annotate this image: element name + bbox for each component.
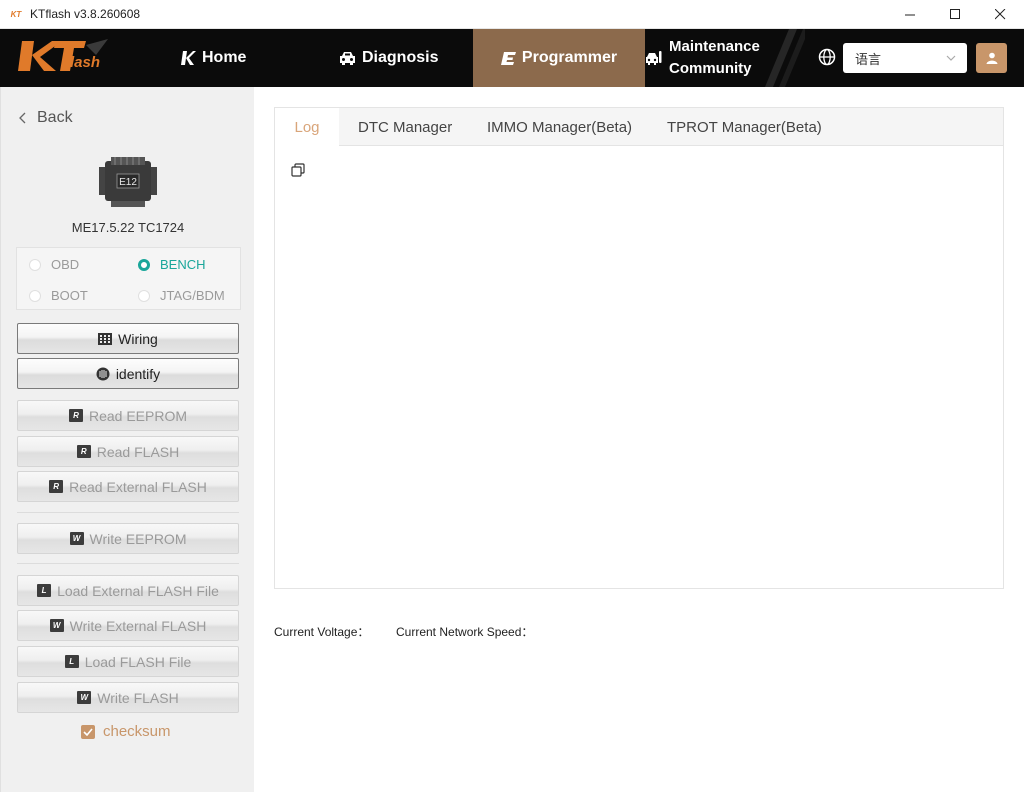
tab-immo-manager[interactable]: IMMO Manager(Beta) bbox=[487, 108, 632, 146]
write-external-flash-label: Write External FLASH bbox=[69, 617, 207, 634]
app-logo-icon: KT bbox=[10, 9, 22, 19]
mode-radio-boot[interactable]: BOOT bbox=[29, 288, 88, 303]
load-flash-file-button[interactable]: L Load FLASH File bbox=[17, 646, 239, 677]
maintenance-car-icon bbox=[645, 50, 663, 66]
mode-radio-bench[interactable]: BENCH bbox=[138, 257, 206, 272]
radio-dot bbox=[138, 258, 150, 271]
programmer-e-icon bbox=[500, 51, 516, 66]
identify-label: identify bbox=[115, 365, 161, 382]
nav-decoration bbox=[765, 29, 805, 87]
nav-home-label: Home bbox=[202, 49, 247, 66]
minimize-icon bbox=[905, 14, 915, 16]
tab-log[interactable]: Log bbox=[275, 108, 339, 147]
wiring-label: Wiring bbox=[118, 330, 158, 347]
radio-dot bbox=[29, 258, 41, 271]
window-titlebar: KT KTflash v3.8.260608 bbox=[0, 0, 1024, 29]
language-select-value: 语言 bbox=[855, 51, 882, 67]
car-icon bbox=[339, 51, 356, 66]
write-icon: W bbox=[77, 691, 92, 704]
identify-button[interactable]: identify bbox=[17, 358, 239, 389]
current-voltage-label: Current Voltage： bbox=[274, 625, 370, 639]
ecu-name: ME17.5.22 TC1724 bbox=[71, 220, 185, 235]
mode-label: JTAG/BDM bbox=[160, 288, 225, 303]
current-network-speed-label: Current Network Speed： bbox=[396, 625, 534, 639]
nav-programmer-label: Programmer bbox=[521, 49, 618, 66]
back-label: Back bbox=[37, 109, 73, 126]
write-icon: W bbox=[49, 619, 64, 632]
maximize-button[interactable] bbox=[933, 0, 978, 29]
checksum-label: checksum bbox=[103, 723, 171, 740]
copy-icon[interactable] bbox=[291, 163, 305, 182]
tab-tprot-manager[interactable]: TPROT Manager(Beta) bbox=[667, 108, 822, 146]
write-eeprom-label: Write EEPROM bbox=[89, 530, 187, 547]
write-flash-label: Write FLASH bbox=[97, 689, 179, 706]
checksum-checkbox[interactable]: checksum bbox=[81, 723, 171, 740]
maximize-icon bbox=[950, 9, 960, 19]
read-icon: R bbox=[68, 409, 83, 422]
ecu-chip-icon: E12 bbox=[99, 157, 157, 207]
load-icon: L bbox=[37, 584, 52, 597]
sidebar: Back E12 ME17.5.22 TC1724 OBD BENCH BOOT bbox=[0, 87, 254, 792]
read-eeprom-button[interactable]: R Read EEPROM bbox=[17, 400, 239, 431]
read-external-flash-button[interactable]: R Read External FLASH bbox=[17, 471, 239, 502]
divider bbox=[17, 512, 239, 513]
mode-radio-obd[interactable]: OBD bbox=[29, 257, 79, 272]
connection-mode-group: OBD BENCH BOOT JTAG/BDM bbox=[16, 247, 241, 310]
nav-maintenance-line2: Community bbox=[669, 60, 752, 77]
close-button[interactable] bbox=[978, 0, 1023, 29]
nav-home[interactable]: Home bbox=[180, 29, 246, 87]
home-k-icon bbox=[180, 50, 196, 66]
mode-radio-jtag-bdm[interactable]: JTAG/BDM bbox=[138, 288, 225, 303]
radio-dot bbox=[138, 289, 150, 302]
read-flash-label: Read FLASH bbox=[96, 443, 180, 460]
window-title: KTflash v3.8.260608 bbox=[30, 7, 141, 21]
checkbox-checked-icon bbox=[81, 724, 95, 739]
write-icon: W bbox=[69, 532, 84, 545]
user-account-button[interactable] bbox=[976, 43, 1007, 73]
read-icon: R bbox=[49, 480, 64, 493]
read-flash-button[interactable]: R Read FLASH bbox=[17, 436, 239, 467]
tab-dtc-manager[interactable]: DTC Manager bbox=[358, 108, 452, 146]
mode-label: BOOT bbox=[51, 288, 88, 303]
mode-label: BENCH bbox=[160, 257, 206, 272]
tab-bar: Log DTC Manager IMMO Manager(Beta) TPROT… bbox=[275, 108, 1003, 147]
divider bbox=[17, 563, 239, 564]
chevron-down-icon bbox=[946, 55, 956, 61]
ktflash-logo: flash bbox=[16, 37, 111, 77]
chevron-left-icon bbox=[19, 112, 26, 124]
top-navigation: flash Home Diagnosis Programmer Maintena… bbox=[0, 29, 1024, 87]
write-external-flash-button[interactable]: W Write External FLASH bbox=[17, 610, 239, 641]
svg-text:flash: flash bbox=[65, 54, 100, 71]
nav-diagnosis-label: Diagnosis bbox=[362, 49, 439, 66]
load-external-flash-file-button[interactable]: L Load External FLASH File bbox=[17, 575, 239, 606]
wiring-button[interactable]: Wiring bbox=[17, 323, 239, 354]
read-external-flash-label: Read External FLASH bbox=[69, 478, 207, 495]
language-select[interactable]: 语言 bbox=[843, 43, 967, 73]
load-flash-file-label: Load FLASH File bbox=[84, 653, 192, 670]
minimize-button[interactable] bbox=[888, 0, 933, 29]
mode-label: OBD bbox=[51, 257, 80, 272]
close-icon bbox=[995, 9, 1006, 20]
nav-diagnosis[interactable]: Diagnosis bbox=[339, 29, 438, 87]
user-icon bbox=[986, 52, 997, 64]
read-eeprom-label: Read EEPROM bbox=[88, 407, 188, 424]
log-panel: Log DTC Manager IMMO Manager(Beta) TPROT… bbox=[274, 107, 1004, 589]
wiring-grid-icon bbox=[98, 332, 113, 346]
globe-icon bbox=[818, 48, 836, 71]
read-icon: R bbox=[76, 445, 91, 458]
write-flash-button[interactable]: W Write FLASH bbox=[17, 682, 239, 713]
ecu-chip-label: E12 bbox=[119, 177, 137, 188]
nav-programmer[interactable]: Programmer bbox=[473, 29, 645, 87]
back-button[interactable]: Back bbox=[19, 109, 73, 127]
radio-dot bbox=[29, 289, 41, 302]
identify-chip-icon bbox=[96, 367, 110, 381]
load-external-flash-file-label: Load External FLASH File bbox=[57, 582, 219, 599]
load-icon: L bbox=[64, 655, 79, 668]
write-eeprom-button[interactable]: W Write EEPROM bbox=[17, 523, 239, 554]
